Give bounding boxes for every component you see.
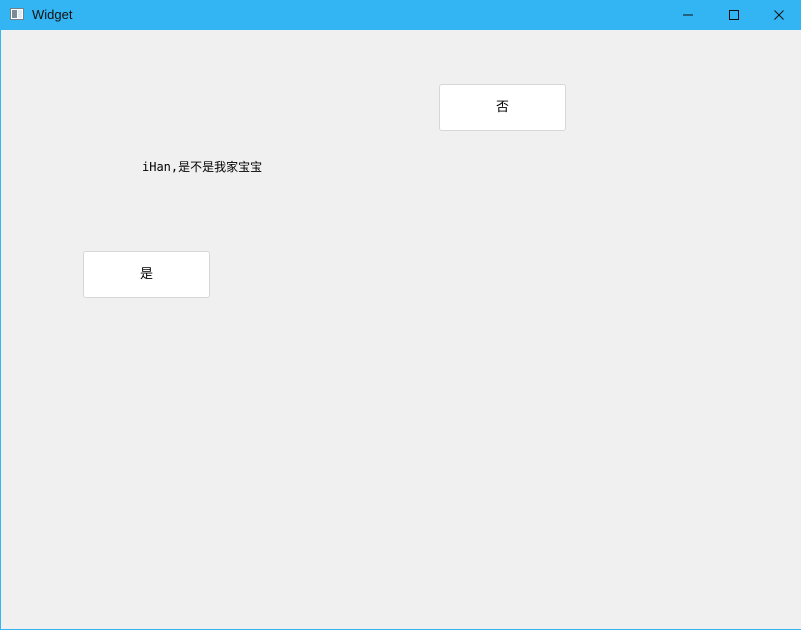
maximize-button[interactable] [711, 0, 757, 30]
close-button[interactable] [756, 0, 801, 30]
close-icon [774, 10, 784, 20]
minimize-button[interactable] [665, 0, 711, 30]
question-label: iHan,是不是我家宝宝 [142, 160, 263, 174]
window-title: Widget [32, 7, 73, 22]
yes-button[interactable]: 是 [83, 251, 210, 298]
window-app-icon [10, 8, 24, 20]
widget-client-area: 否 iHan,是不是我家宝宝 是 [2, 30, 801, 629]
maximize-icon [729, 10, 739, 20]
application-window: Widget 否 iHan,是不是我家宝宝 是 [0, 0, 801, 630]
minimize-icon [683, 14, 693, 16]
no-button[interactable]: 否 [439, 84, 566, 131]
title-bar[interactable]: Widget [1, 0, 801, 30]
